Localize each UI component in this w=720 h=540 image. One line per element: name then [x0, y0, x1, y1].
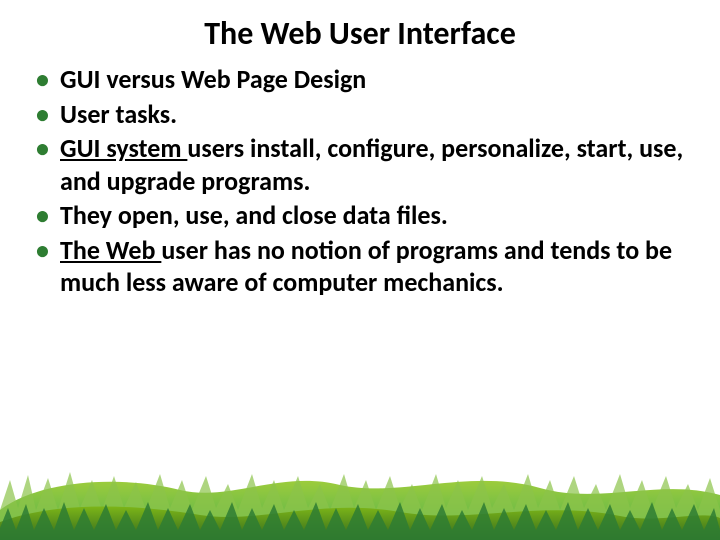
bullet-text: GUI versus Web Page Design [60, 63, 366, 95]
slide-title: The Web User Interface [0, 0, 720, 59]
bullet-item: The Web user has no notion of programs a… [30, 234, 690, 299]
bullet-text: User tasks. [60, 98, 177, 130]
bullet-text: They open, use, and close data files. [60, 199, 448, 231]
bullet-item: User tasks. [30, 98, 690, 131]
slide: The Web User Interface GUI versus Web Pa… [0, 0, 720, 540]
bullet-text-bold: no notion of programs [257, 234, 504, 266]
bullet-text-underline: GUI system [60, 132, 187, 164]
bullet-item: GUI versus Web Page Design [30, 63, 690, 96]
bullet-item: GUI system users install, configure, per… [30, 132, 690, 197]
bullet-text-underline: The Web [60, 234, 161, 266]
bullet-text: user has [161, 234, 257, 266]
bullet-text-bold: less aware [126, 266, 245, 298]
bullet-item: They open, use, and close data files. [30, 199, 690, 232]
grass-icon [0, 450, 720, 540]
bullet-list: GUI versus Web Page Design User tasks. G… [30, 63, 690, 299]
slide-content: GUI versus Web Page Design User tasks. G… [0, 59, 720, 299]
bullet-text: of computer mechanics. [244, 266, 503, 298]
